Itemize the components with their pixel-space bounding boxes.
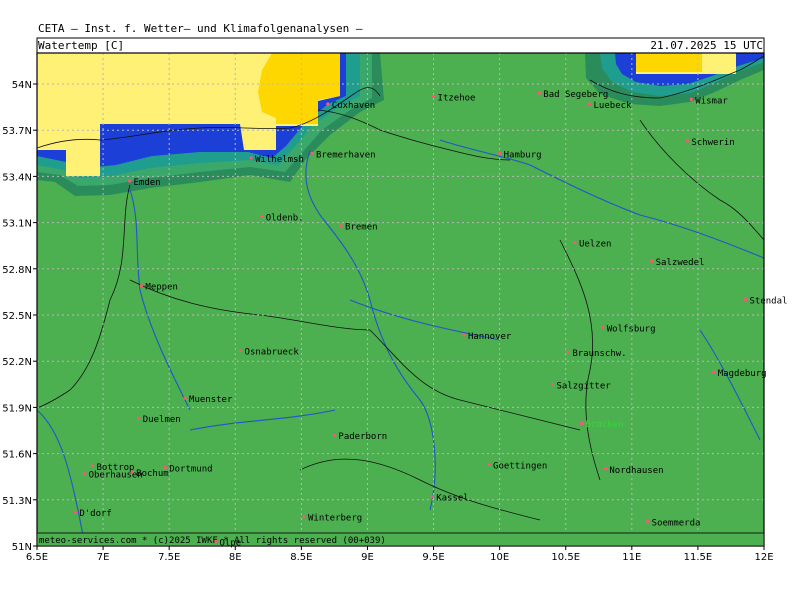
city-label: Winterberg xyxy=(308,514,362,524)
city-label: Salzgitter xyxy=(557,381,612,391)
city-label: Bremen xyxy=(345,223,378,233)
city-label: Meppen xyxy=(145,283,178,293)
city-label: D'dorf xyxy=(79,509,112,519)
lon-tick-label: 11.5E xyxy=(684,552,713,563)
lon-tick-label: 7.5E xyxy=(158,552,180,563)
lon-tick-label: 12E xyxy=(754,552,773,563)
lat-tick-label: 52.5N xyxy=(2,311,32,322)
city-dot xyxy=(130,470,134,474)
lon-tick-label: 8.5E xyxy=(290,552,312,563)
city-dot xyxy=(163,465,167,470)
lat-tick-label: 51.6N xyxy=(2,450,32,461)
city-dot xyxy=(82,472,87,476)
city-dot xyxy=(566,350,570,354)
city-dot xyxy=(685,139,689,143)
city-dot xyxy=(339,224,343,228)
city-label: Goettingen xyxy=(493,461,547,471)
lat-tick-label: 53.1N xyxy=(2,219,32,230)
city-dot xyxy=(90,464,95,468)
city-label: Bremerhaven xyxy=(316,150,376,160)
city-dot xyxy=(573,241,577,245)
city-label: Wilhelmsh xyxy=(255,155,304,165)
city-label: Duelmen xyxy=(143,415,181,425)
city-label: Salzwedel xyxy=(656,258,705,268)
lon-tick-label: 10.5E xyxy=(551,552,580,563)
lat-tick-label: 52.8N xyxy=(2,265,32,276)
city-label: Cuxhaven xyxy=(332,101,375,111)
lat-tick-label: 51.9N xyxy=(2,403,32,414)
lon-tick-label: 9.5E xyxy=(422,552,444,563)
city-dot xyxy=(73,510,77,514)
city-label: Luebeck xyxy=(594,101,633,111)
city-dot xyxy=(498,151,502,155)
city-label: Stendal xyxy=(749,297,787,307)
lon-tick-label: 8E xyxy=(229,552,242,563)
lat-tick-label: 53.4N xyxy=(2,172,32,183)
city-label: Osnabrueck xyxy=(245,347,300,357)
city-label: Kassel xyxy=(436,494,469,504)
city-label: Oldenb. xyxy=(266,213,304,223)
lon-tick-label: 7E xyxy=(97,552,110,563)
peak-label: Brocken xyxy=(586,420,624,430)
city-label: Uelzen xyxy=(579,240,612,250)
lon-tick-label: 10E xyxy=(490,552,509,563)
city-label: Hamburg xyxy=(504,150,542,160)
city-dot xyxy=(646,519,650,523)
city-dot xyxy=(462,333,466,337)
city-label: Paderborn xyxy=(338,432,387,442)
city-dot xyxy=(431,94,436,98)
city-dot xyxy=(743,298,748,302)
city-label: Nordhausen xyxy=(609,466,663,476)
lat-tick-label: 52.2N xyxy=(2,357,32,368)
city-label: Dortmund xyxy=(169,464,212,474)
city-dot xyxy=(430,495,434,499)
city-dot xyxy=(137,416,141,420)
city-dot xyxy=(587,102,592,106)
city-label: Wolfsburg xyxy=(607,324,656,334)
city-dot xyxy=(326,102,330,106)
lon-tick-label: 6.5E xyxy=(26,552,48,563)
city-label: Wismar xyxy=(695,96,728,106)
city-dot xyxy=(260,214,264,219)
city-dot xyxy=(650,259,654,263)
city-label: Braunschw. xyxy=(572,349,626,359)
city-dot xyxy=(487,462,491,466)
lat-tick-label: 53.7N xyxy=(2,126,32,137)
hot-water-baltic xyxy=(636,53,702,72)
city-dot xyxy=(550,382,555,386)
city-dot xyxy=(302,515,306,519)
city-dot xyxy=(310,151,314,155)
lat-tick-label: 51.3N xyxy=(2,496,32,507)
city-dot xyxy=(183,396,187,400)
city-dot xyxy=(537,91,541,95)
city-dot xyxy=(139,284,144,288)
city-dot xyxy=(332,433,337,437)
city-label: Hannover xyxy=(468,332,512,342)
city-label: Emden xyxy=(134,178,161,188)
city-label: Itzehoe xyxy=(438,93,476,103)
lon-tick-label: 9E xyxy=(361,552,374,563)
city-dot xyxy=(712,370,716,374)
city-label: Magdeburg xyxy=(718,369,767,379)
city-label: Bochum xyxy=(136,469,169,479)
lat-tick-label: 54N xyxy=(12,80,32,91)
city-dot xyxy=(127,179,132,183)
city-label: Schwerin xyxy=(691,138,734,148)
city-dot xyxy=(603,467,607,471)
city-label: Muenster xyxy=(189,395,233,405)
city-label: Bad Segeberg xyxy=(543,90,608,100)
lat-tick-label: 51N xyxy=(12,542,32,553)
map-chart: Itzehoe Bad SegebergLuebeck Wismar Cuxhaven… xyxy=(2,37,787,563)
city-dot xyxy=(689,97,693,101)
city-dot xyxy=(601,325,605,329)
footer-credit: meteo-services.com * (c)2025 IWKF * All … xyxy=(39,536,386,546)
city-dot xyxy=(249,156,253,160)
header-frame xyxy=(36,37,765,54)
city-label: Oberhausen xyxy=(89,471,143,481)
lon-tick-label: 11E xyxy=(622,552,641,563)
city-dot xyxy=(238,348,243,353)
city-label: Soemmerda xyxy=(652,518,701,528)
